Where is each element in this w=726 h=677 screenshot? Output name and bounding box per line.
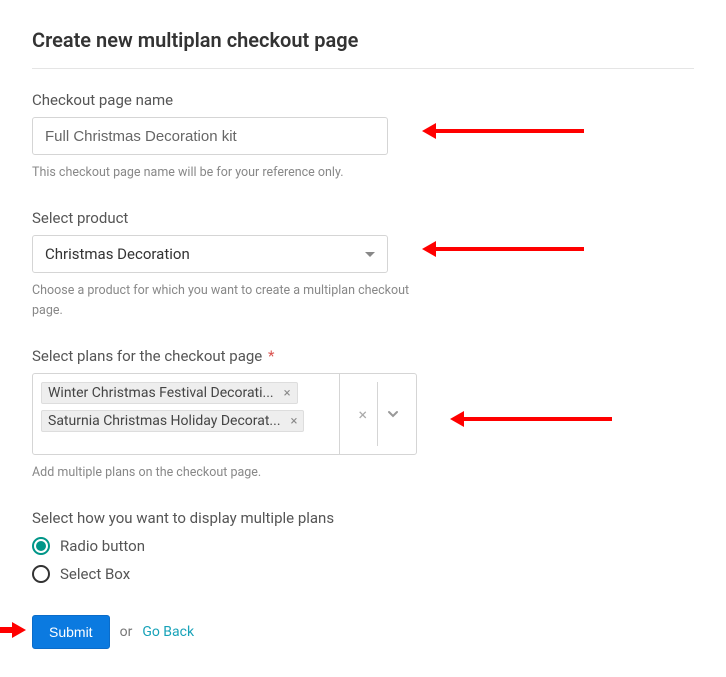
chevron-down-icon[interactable] bbox=[378, 407, 408, 421]
go-back-link[interactable]: Go Back bbox=[142, 624, 194, 640]
help-select-product: Choose a product for which you want to c… bbox=[32, 281, 412, 321]
radio-inner-dot bbox=[36, 541, 46, 551]
chip-remove-icon[interactable]: × bbox=[284, 386, 291, 401]
required-mark: * bbox=[268, 347, 274, 365]
field-select-product: Select product Christmas Decoration Choo… bbox=[32, 209, 694, 321]
page-title: Create new multiplan checkout page bbox=[32, 28, 694, 52]
radio-icon bbox=[32, 565, 50, 583]
radio-label-text: Radio button bbox=[60, 537, 145, 555]
plan-chip-text: Winter Christmas Festival Decorati... bbox=[48, 385, 274, 401]
select-product-dropdown[interactable]: Christmas Decoration bbox=[32, 235, 388, 273]
help-checkout-page-name: This checkout page name will be for your… bbox=[32, 163, 412, 183]
chip-remove-icon[interactable]: × bbox=[291, 414, 298, 429]
radio-option-select-box[interactable]: Select Box bbox=[32, 565, 694, 583]
annotation-arrow-name bbox=[434, 129, 584, 133]
annotation-arrow-product bbox=[434, 247, 584, 251]
radio-option-radio-button[interactable]: Radio button bbox=[32, 537, 694, 555]
actions-or-text: or bbox=[120, 624, 133, 640]
clear-all-icon[interactable]: × bbox=[348, 405, 377, 424]
input-checkout-page-name[interactable] bbox=[32, 117, 388, 155]
caret-down-icon bbox=[365, 252, 375, 257]
plan-chip: Winter Christmas Festival Decorati... × bbox=[41, 382, 298, 404]
multiselect-plans[interactable]: Winter Christmas Festival Decorati... × … bbox=[32, 373, 417, 455]
multiselect-controls: × bbox=[340, 374, 416, 454]
field-display-mode: Select how you want to display multiple … bbox=[32, 509, 694, 583]
submit-button[interactable]: Submit bbox=[32, 615, 110, 649]
label-select-plans-text: Select plans for the checkout page bbox=[32, 347, 262, 365]
label-select-product: Select product bbox=[32, 209, 694, 227]
multiselect-chip-area: Winter Christmas Festival Decorati... × … bbox=[33, 374, 340, 454]
label-checkout-page-name: Checkout page name bbox=[32, 91, 694, 109]
field-checkout-page-name: Checkout page name This checkout page na… bbox=[32, 91, 694, 183]
label-select-plans: Select plans for the checkout page * bbox=[32, 347, 694, 365]
field-select-plans: Select plans for the checkout page * Win… bbox=[32, 347, 694, 483]
annotation-arrow-submit bbox=[0, 627, 14, 633]
plan-chip: Saturnia Christmas Holiday Decorat... × bbox=[41, 410, 304, 432]
radio-label-text: Select Box bbox=[60, 565, 130, 583]
select-product-value: Christmas Decoration bbox=[45, 245, 190, 263]
annotation-arrow-plans bbox=[462, 417, 612, 421]
plan-chip-text: Saturnia Christmas Holiday Decorat... bbox=[48, 413, 281, 429]
title-divider bbox=[32, 68, 694, 69]
help-select-plans: Add multiple plans on the checkout page. bbox=[32, 463, 412, 483]
radio-icon bbox=[32, 537, 50, 555]
label-display-mode: Select how you want to display multiple … bbox=[32, 509, 694, 527]
form-actions: Submit or Go Back bbox=[32, 615, 694, 649]
